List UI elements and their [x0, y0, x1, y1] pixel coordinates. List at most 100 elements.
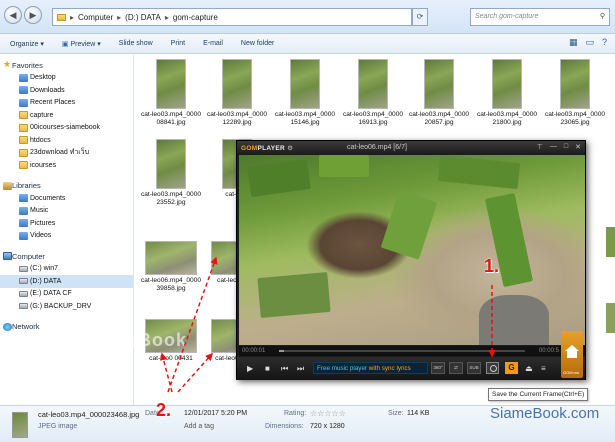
search-input[interactable]: Search gom-capture ⚲: [470, 8, 610, 26]
minimize-icon[interactable]: —: [550, 143, 557, 151]
sidebar-item-icourses[interactable]: icourses: [0, 159, 133, 172]
sidebar-header-computer[interactable]: Computer: [0, 250, 133, 263]
gom-player-window[interactable]: GOMPLAYER ⚙ cat-leo06.mp4 [6/7] ⊤ — □ ✕ …: [236, 140, 586, 380]
sidebar-item-recent-places[interactable]: Recent Places: [0, 97, 133, 110]
sidebar-item-drive-g[interactable]: (G:) BACKUP_DRV: [0, 300, 133, 313]
seek-bar[interactable]: 00:00:01 00:00:5: [239, 346, 585, 356]
file-item[interactable]: cat-leo03.mp4_000023552.jpg: [140, 139, 202, 217]
total-time: 00:00:5: [538, 348, 559, 354]
grass-shape: [247, 158, 311, 198]
view-options-icon[interactable]: ▦: [569, 37, 578, 48]
back-button[interactable]: ◀: [4, 6, 22, 24]
file-item-partial[interactable]: [606, 227, 615, 257]
file-item[interactable]: cat-leo03.mp4_000012289.jpg: [206, 59, 268, 137]
file-item[interactable]: cat-leo03.mp4_000008841.jpg: [140, 59, 202, 137]
sidebar-header-libraries[interactable]: Libraries: [0, 180, 133, 193]
player-titlebar[interactable]: GOMPLAYER ⚙ cat-leo06.mp4 [6/7] ⊤ — □ ✕: [237, 141, 585, 155]
file-item-partial[interactable]: [606, 303, 615, 333]
gom-home-button[interactable]: GOM.ms: [561, 331, 583, 378]
file-item[interactable]: cat-leo03.mp4_000016913.jpg: [342, 59, 404, 137]
sidebar-item-pictures[interactable]: Pictures: [0, 217, 133, 230]
file-name: cat-leo03.mp4_000023552.jpg: [140, 191, 202, 206]
sidebar-item-23download[interactable]: 23download ทำเว็บ: [0, 147, 133, 160]
drive-icon: [19, 265, 28, 272]
thumbnail: [492, 59, 522, 109]
sidebar-item-videos[interactable]: Videos: [0, 230, 133, 243]
file-name: cat-leo03.mp4_000012289.jpg: [206, 111, 268, 126]
breadcrumb-item-computer[interactable]: Computer: [78, 13, 113, 22]
menu-icon[interactable]: ≡: [541, 364, 546, 373]
sidebar-item-drive-d[interactable]: (D:) DATA: [0, 275, 133, 288]
sidebar-item-desktop[interactable]: Desktop: [0, 72, 133, 85]
seek-track[interactable]: [279, 350, 525, 352]
help-icon[interactable]: ?: [602, 37, 607, 48]
annotation-step-2: 2.: [156, 400, 172, 420]
360-button[interactable]: 360°: [431, 362, 445, 374]
file-item[interactable]: cat-leo03.mp4_000020857.jpg: [408, 59, 470, 137]
folder-icon: [57, 13, 66, 21]
folder-icon: [19, 111, 28, 119]
next-icon[interactable]: ⏭: [297, 364, 304, 374]
grass-shape: [319, 155, 369, 177]
sidebar-item-htdocs[interactable]: htdocs: [0, 134, 133, 147]
file-item[interactable]: cat-leo03.mp4_000021800.jpg: [476, 59, 538, 137]
music-icon: [19, 206, 28, 215]
settings-icon[interactable]: ⚙: [287, 145, 293, 152]
sidebar-item-drive-e[interactable]: (E:) DATA CF: [0, 288, 133, 301]
detail-filetype: JPEG image: [38, 423, 78, 430]
sidebar-header-label: Favorites: [12, 60, 43, 70]
play-icon[interactable]: ▶: [247, 364, 253, 373]
sidebar-item-music[interactable]: Music: [0, 205, 133, 218]
pin-icon[interactable]: ⊤: [537, 143, 543, 151]
sidebar-header-favorites[interactable]: ★ Favorites: [0, 59, 133, 72]
libraries-icon: [3, 181, 12, 190]
eject-icon[interactable]: ⏏: [525, 364, 533, 373]
rating-stars[interactable]: ☆☆☆☆☆: [310, 409, 346, 418]
sidebar-item-capture[interactable]: capture: [0, 109, 133, 122]
file-item[interactable]: cat-leo03.mp4_000023065.jpg: [544, 59, 606, 137]
slideshow-button[interactable]: Slide show: [119, 40, 153, 47]
3d-button[interactable]: ⇄: [449, 362, 463, 374]
email-button[interactable]: E-mail: [203, 40, 223, 47]
new-folder-button[interactable]: New folder: [241, 40, 274, 47]
sidebar-header-label: Computer: [12, 251, 45, 261]
sidebar-item-downloads[interactable]: Downloads: [0, 84, 133, 97]
sidebar-item-drive-c[interactable]: (C:) win7: [0, 263, 133, 276]
breadcrumb-item-folder[interactable]: gom-capture: [173, 13, 218, 22]
folder-icon: [19, 161, 28, 169]
gom-menu-icon[interactable]: G: [505, 362, 518, 374]
file-item[interactable]: cat-leo06.mp4_000039858.jpg: [140, 227, 202, 305]
annotation-step-1: 1.: [484, 256, 500, 276]
maximize-icon[interactable]: □: [564, 143, 568, 151]
previous-icon[interactable]: ⏮: [281, 364, 288, 374]
file-name: cat-leo0 00431: [149, 355, 193, 362]
drive-icon: [19, 290, 28, 297]
view-controls: ▦ ▭ ?: [569, 37, 607, 48]
print-button[interactable]: Print: [171, 40, 185, 47]
breadcrumb[interactable]: ▸ Computer ▸ (D:) DATA ▸ gom-capture: [52, 8, 412, 26]
breadcrumb-item-drive[interactable]: (D:) DATA: [125, 13, 161, 22]
pictures-icon: [19, 219, 28, 227]
folder-icon: [19, 123, 28, 132]
file-name: cat-leo03.mp4_000020857.jpg: [408, 111, 470, 126]
close-icon[interactable]: ✕: [575, 143, 581, 151]
home-label: GOM.ms: [563, 370, 579, 375]
preview-pane-icon[interactable]: ▭: [585, 37, 594, 48]
sidebar-item-icourses-siamebook[interactable]: 00icourses-siamebook: [0, 122, 133, 135]
capture-frame-button[interactable]: [486, 362, 499, 374]
sidebar-item-documents[interactable]: Documents: [0, 192, 133, 205]
detail-tags-value[interactable]: Add a tag: [184, 423, 214, 430]
search-icon: ⚲: [599, 13, 605, 20]
detail-rating-label: Rating:: [284, 410, 307, 417]
subtitle-button[interactable]: SUB: [467, 362, 481, 374]
forward-button[interactable]: ▶: [24, 6, 42, 24]
preview-button[interactable]: ▣ Preview ▾: [62, 40, 101, 48]
promo-banner[interactable]: Free music player with sync lyrics: [313, 362, 428, 374]
sidebar-item-label: Downloads: [30, 86, 65, 94]
video-frame[interactable]: [239, 155, 585, 345]
detail-dimensions-value: 720 x 1280: [310, 423, 345, 430]
stop-icon[interactable]: ■: [265, 364, 270, 373]
refresh-button[interactable]: ⟳: [412, 8, 428, 26]
organize-button[interactable]: Organize ▾: [10, 40, 44, 48]
file-item[interactable]: cat-leo03.mp4_000015146.jpg: [274, 59, 336, 137]
